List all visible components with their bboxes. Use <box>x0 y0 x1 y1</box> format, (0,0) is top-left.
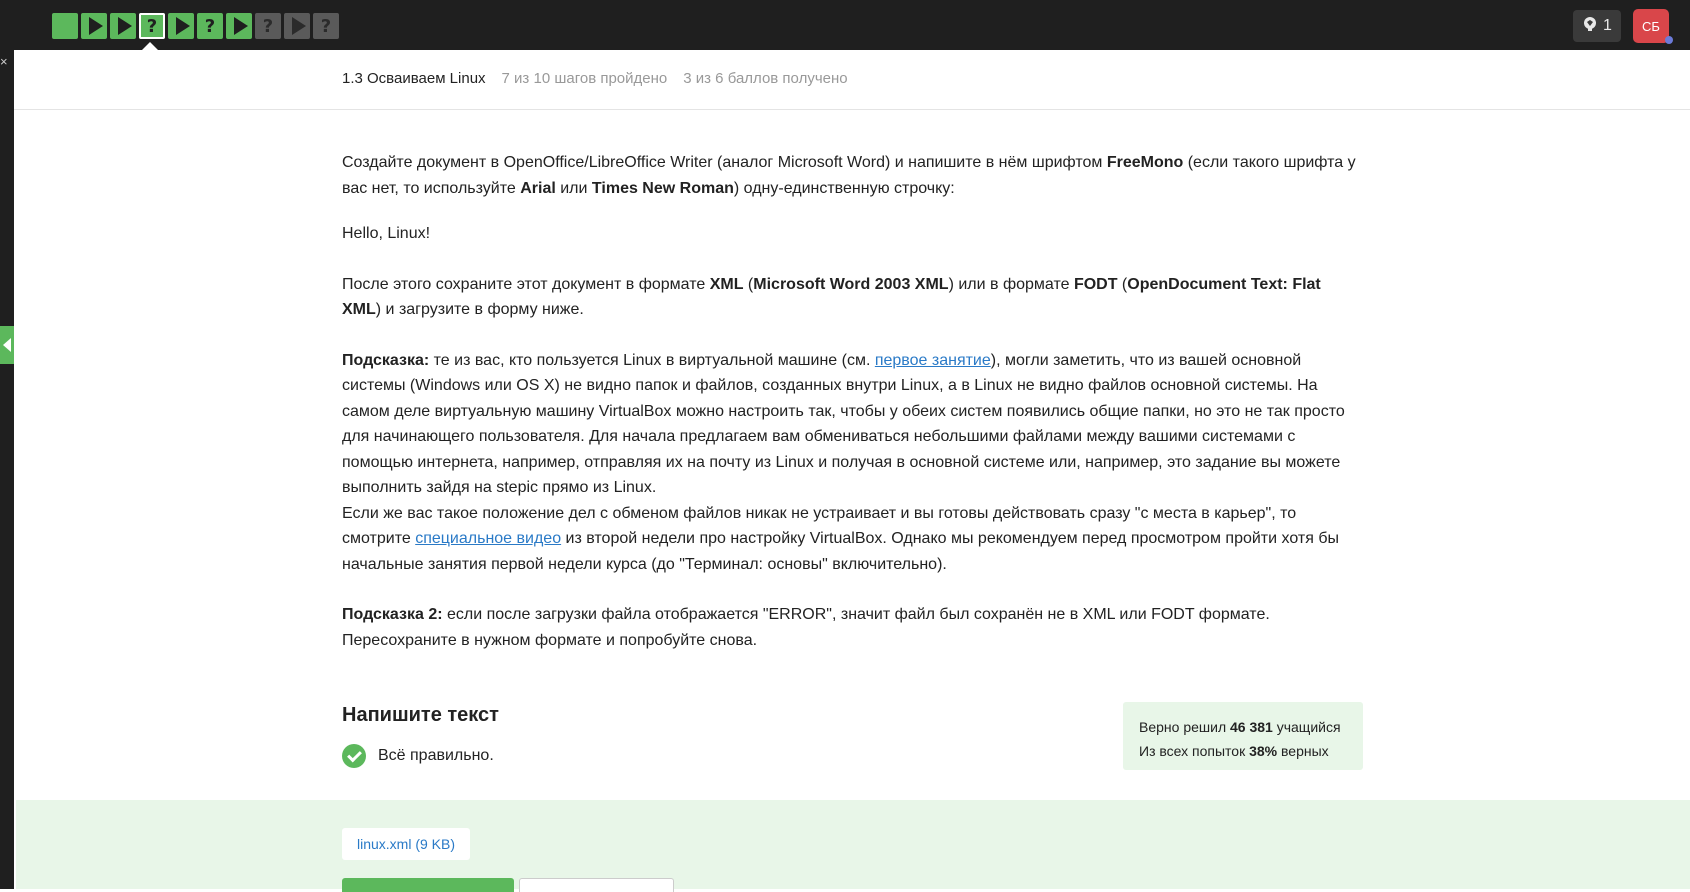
step-navigation: ???? <box>52 13 339 39</box>
stats-attempts: Из всех попыток 38% верных <box>1139 743 1329 759</box>
play-icon <box>88 17 103 35</box>
left-sidebar-collapsed: × <box>0 50 14 889</box>
question-icon: ? <box>262 15 274 37</box>
special-video-link[interactable]: специальное видео <box>415 530 561 547</box>
step-6-quiz[interactable]: ? <box>197 13 223 39</box>
trophy-icon <box>1582 16 1598 37</box>
step-8-quiz[interactable]: ? <box>255 13 281 39</box>
rating-button[interactable]: 1 <box>1573 10 1621 42</box>
paragraph-hint1: Подсказка: те из вас, кто пользуется Lin… <box>342 351 1345 573</box>
chevron-left-icon <box>3 338 11 352</box>
question-icon: ? <box>146 15 158 37</box>
first-lesson-link[interactable]: первое занятие <box>875 352 991 369</box>
active-step-pointer <box>142 42 158 50</box>
step-7-video[interactable] <box>226 13 252 39</box>
user-avatar[interactable]: СБ <box>1633 9 1669 43</box>
rating-count: 1 <box>1603 17 1612 34</box>
close-icon[interactable]: × <box>0 54 8 69</box>
stats-solved: Верно решил 46 381 учащийся <box>1139 719 1341 735</box>
paragraph-hint2: Подсказка 2: если после загрузки файла о… <box>342 606 1270 649</box>
paragraph-task: Создайте документ в OpenOffice/LibreOffi… <box>342 154 1356 197</box>
result-message: Всё правильно. <box>342 744 494 768</box>
play-icon <box>175 17 190 35</box>
paragraph-hello: Hello, Linux! <box>342 225 431 242</box>
solve-stats: Верно решил 46 381 учащийся Из всех попы… <box>1123 702 1363 770</box>
steps-progress: 7 из 10 шагов пройдено <box>501 70 668 87</box>
step-2-video[interactable] <box>81 13 107 39</box>
uploaded-file-link[interactable]: linux.xml (9 KB) <box>342 828 471 860</box>
sidebar-toggle-button[interactable] <box>0 326 14 364</box>
lesson-header: 1.3 Осваиваем Linux 7 из 10 шагов пройде… <box>14 50 1690 110</box>
step-3-video[interactable] <box>110 13 136 39</box>
play-icon <box>117 17 132 35</box>
score-progress: 3 из 6 баллов получено <box>683 70 848 87</box>
paragraph-save: После этого сохраните этот документ в фо… <box>342 275 1321 319</box>
secondary-button[interactable] <box>519 878 674 892</box>
answer-area <box>16 800 1690 889</box>
step-4-quiz[interactable]: ? <box>139 13 165 39</box>
question-icon: ? <box>320 15 332 37</box>
lesson-title[interactable]: 1.3 Осваиваем Linux <box>342 70 486 87</box>
play-icon <box>233 17 248 35</box>
step-10-quiz[interactable]: ? <box>313 13 339 39</box>
submit-button[interactable] <box>342 878 514 892</box>
step-9-video[interactable] <box>284 13 310 39</box>
task-title: Напишите текст <box>342 704 499 726</box>
top-bar: ???? 1 СБ <box>0 0 1690 50</box>
question-icon: ? <box>204 15 216 37</box>
step-content: Создайте документ в OpenOffice/LibreOffi… <box>342 150 1362 678</box>
step-1-text[interactable] <box>52 13 78 39</box>
step-5-video[interactable] <box>168 13 194 39</box>
play-icon <box>291 17 306 35</box>
check-circle-icon <box>342 744 366 768</box>
notification-dot <box>1665 36 1673 44</box>
result-text: Всё правильно. <box>378 747 494 764</box>
